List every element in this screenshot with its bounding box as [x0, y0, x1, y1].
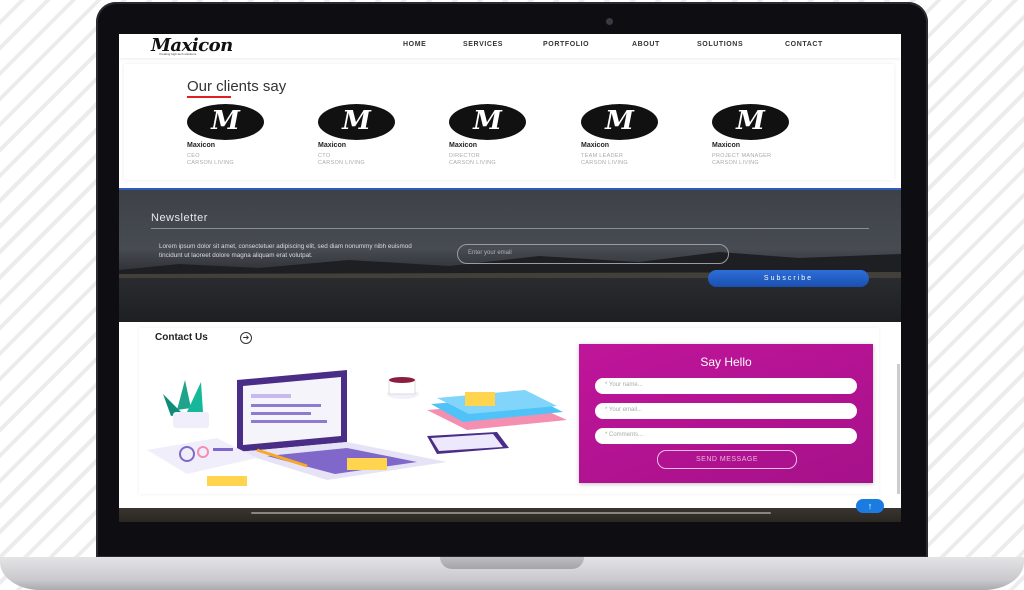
- client-name: Maxicon: [318, 142, 347, 149]
- say-hello-form: Say Hello * Your name... * Your email...…: [579, 344, 873, 483]
- client-logo: M: [449, 104, 526, 140]
- subscribe-button[interactable]: Subscribe: [708, 270, 869, 287]
- clients-section: Our clients say M Maxicon CEO CARSON LIVI…: [124, 64, 894, 180]
- client-card: M Maxicon PROJECT MANAGER CARSON LIVING: [712, 104, 832, 167]
- client-logo: M: [712, 104, 789, 140]
- footer-divider: [251, 512, 771, 514]
- client-role: TEAM LEADER CARSON LIVING: [581, 153, 628, 166]
- footer-strip: [119, 508, 901, 522]
- client-logo: M: [187, 104, 264, 140]
- name-field[interactable]: * Your name...: [595, 378, 857, 394]
- newsletter-title: Newsletter: [151, 212, 208, 224]
- client-role: DIRECTOR CARSON LIVING: [449, 153, 496, 166]
- newsletter-section: Newsletter Lorem ipsum dolor sit amet, c…: [119, 188, 901, 322]
- client-logo: M: [318, 104, 395, 140]
- scrollbar[interactable]: [897, 364, 900, 494]
- email-placeholder: * Your email...: [605, 407, 643, 413]
- client-role: PROJECT MANAGER CARSON LIVING: [712, 153, 772, 166]
- nav-portfolio[interactable]: PORTFOLIO: [543, 41, 589, 48]
- camera-icon: [606, 18, 613, 25]
- nav-about[interactable]: ABOUT: [632, 41, 660, 48]
- comments-field[interactable]: * Comments...: [595, 428, 857, 444]
- form-title: Say Hello: [700, 355, 752, 369]
- comments-placeholder: * Comments...: [605, 432, 644, 438]
- title-underline: [187, 96, 231, 98]
- workspace-illustration: [147, 370, 567, 486]
- arrow-up-icon[interactable]: ↑: [856, 499, 884, 513]
- clients-title: Our clients say: [187, 78, 287, 95]
- name-placeholder: * Your name...: [605, 382, 643, 388]
- email-field[interactable]: * Your email...: [595, 403, 857, 419]
- client-card: M Maxicon CTO CARSON LIVING: [318, 104, 438, 167]
- client-name: Maxicon: [449, 142, 478, 149]
- client-name: Maxicon: [187, 142, 216, 149]
- client-role: CEO CARSON LIVING: [187, 153, 234, 166]
- navbar: Maxicon Creating high-tech solutions HOM…: [119, 34, 901, 58]
- email-placeholder: Enter your email: [468, 250, 512, 256]
- laptop-notch: [440, 557, 584, 569]
- send-message-button[interactable]: SEND MESSAGE: [657, 450, 797, 469]
- nav-services[interactable]: SERVICES: [463, 41, 503, 48]
- logo-tagline: Creating high-tech solutions: [159, 52, 197, 56]
- nav-contact[interactable]: CONTACT: [785, 41, 823, 48]
- arrow-right-circle-icon[interactable]: ➔: [240, 332, 252, 344]
- contact-title: Contact Us: [155, 332, 208, 343]
- client-card: M Maxicon TEAM LEADER CARSON LIVING: [581, 104, 701, 167]
- newsletter-text: Lorem ipsum dolor sit amet, consectetuer…: [159, 243, 412, 259]
- newsletter-divider: [151, 228, 869, 229]
- newsletter-email-input[interactable]: Enter your email: [457, 244, 729, 264]
- nav-solutions[interactable]: SOLUTIONS: [697, 41, 743, 48]
- client-name: Maxicon: [581, 142, 610, 149]
- client-role: CTO CARSON LIVING: [318, 153, 365, 166]
- client-name: Maxicon: [712, 142, 741, 149]
- contact-section: Contact Us ➔ Say Hello * Your name... * …: [139, 328, 879, 494]
- client-card: M Maxicon DIRECTOR CARSON LIVING: [449, 104, 569, 167]
- client-logo: M: [581, 104, 658, 140]
- website-screen: Maxicon Creating high-tech solutions HOM…: [119, 34, 901, 522]
- nav-home[interactable]: HOME: [403, 41, 426, 48]
- client-card: M Maxicon CEO CARSON LIVING: [187, 104, 307, 167]
